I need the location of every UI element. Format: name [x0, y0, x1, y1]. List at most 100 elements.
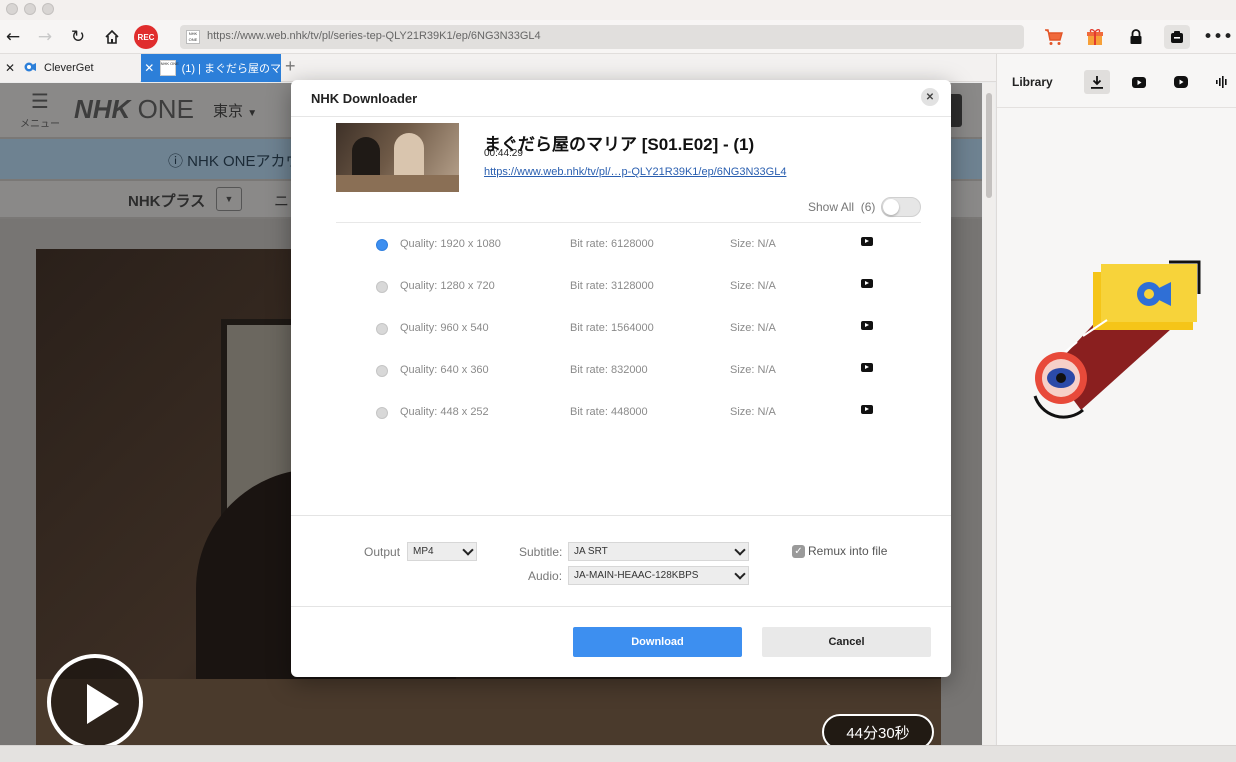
address-bar[interactable]: NHK ONE https://www.web.nhk/tv/pl/series… — [180, 25, 1024, 49]
bitrate-value: Bit rate: 832000 — [570, 364, 648, 376]
hamburger-menu-icon[interactable]: ☰ — [31, 91, 49, 111]
dialog-close-icon[interactable]: ✕ — [921, 88, 939, 106]
close-tab-icon[interactable]: ✕ — [143, 61, 156, 75]
lock-icon[interactable] — [1125, 26, 1147, 48]
dialog-header: NHK Downloader ✕ — [291, 80, 951, 117]
bitrate-value: Bit rate: 6128000 — [570, 238, 654, 250]
size-value: Size: N/A — [730, 364, 776, 376]
show-all-text: Show All — [808, 200, 855, 214]
back-arrow-icon[interactable]: ← — [2, 26, 24, 48]
bitrate-value: Bit rate: 3128000 — [570, 280, 654, 292]
more-options-icon[interactable]: ••• — [1203, 26, 1233, 48]
video-duration-badge: 44分30秒 — [822, 714, 934, 745]
preview-play-icon[interactable] — [861, 279, 873, 288]
thumbnail-table — [336, 175, 459, 192]
page-scrollbar[interactable] — [983, 83, 995, 745]
library-sidebar: Library — [996, 54, 1236, 762]
close-window-button[interactable] — [6, 3, 18, 15]
audio-select[interactable]: JA-MAIN-HEAAC-128KBPS — [568, 566, 749, 585]
nav-item-next[interactable]: ニ — [274, 190, 289, 211]
quality-value: Quality: 960 x 540 — [400, 322, 489, 334]
video-icon[interactable] — [1168, 70, 1194, 94]
remux-label[interactable]: Remux into file — [808, 544, 887, 558]
new-tab-plus-icon[interactable]: + — [285, 56, 296, 77]
youtube-icon[interactable] — [1126, 70, 1152, 94]
record-button[interactable]: REC — [134, 25, 158, 49]
quality-radio[interactable] — [376, 365, 388, 377]
quality-row[interactable]: Quality: 1280 x 720 Bit rate: 3128000 Si… — [291, 277, 951, 297]
quality-radio[interactable] — [376, 323, 388, 335]
show-all-count: (6) — [860, 200, 876, 214]
nav-item-nhk-plus[interactable]: NHKプラス — [128, 190, 205, 211]
empty-library-illustration — [1031, 260, 1203, 420]
region-selector[interactable]: 東京 ▼ — [213, 100, 257, 121]
episode-link[interactable]: https://www.web.nhk/tv/pl/…p-QLY21R39K1/… — [484, 166, 786, 178]
gift-icon[interactable] — [1084, 26, 1106, 48]
quality-row[interactable]: Quality: 640 x 360 Bit rate: 832000 Size… — [291, 361, 951, 381]
remux-checkbox[interactable]: ✓ — [792, 545, 805, 558]
quality-row[interactable]: Quality: 960 x 540 Bit rate: 1564000 Siz… — [291, 319, 951, 339]
nhk-favicon-icon: NHK ONE — [159, 60, 179, 76]
cart-icon[interactable] — [1043, 26, 1065, 48]
output-format-select[interactable]: MP4 — [407, 542, 477, 561]
bitrate-value: Bit rate: 448000 — [570, 406, 648, 418]
divider — [291, 606, 951, 607]
thumbnail-figure-left — [352, 137, 380, 177]
thumbnail-figure-right — [394, 133, 424, 177]
quality-value: Quality: 1280 x 720 — [400, 280, 495, 292]
tab-label: (1) | まぐだら屋のマ — [181, 63, 281, 75]
menu-label[interactable]: メニュー — [20, 115, 60, 130]
subtitle-label: Subtitle: — [519, 545, 563, 559]
preview-play-icon[interactable] — [861, 237, 873, 246]
quality-row[interactable]: Quality: 1920 x 1080 Bit rate: 6128000 S… — [291, 235, 951, 255]
quality-radio[interactable] — [376, 407, 388, 419]
tab-strip: ✕ CleverGet ✕ NHK ONE (1) | まぐだら屋のマ + — [0, 54, 996, 82]
reload-icon[interactable]: ↻ — [67, 26, 89, 48]
preview-play-icon[interactable] — [861, 405, 873, 414]
play-button[interactable] — [47, 654, 143, 745]
url-text[interactable]: https://www.web.nhk/tv/pl/series-tep-QLY… — [207, 30, 541, 42]
tab-nhk-one[interactable]: ✕ NHK ONE (1) | まぐだら屋のマ — [141, 54, 281, 82]
cancel-button[interactable]: Cancel — [762, 627, 931, 657]
subtitle-value: JA SRT — [574, 546, 608, 557]
show-all-label: Show All (6) — [808, 200, 875, 214]
quality-row[interactable]: Quality: 448 x 252 Bit rate: 448000 Size… — [291, 403, 951, 423]
logo-one-text: ONE — [137, 94, 194, 124]
preview-play-icon[interactable] — [861, 321, 873, 330]
preview-play-icon[interactable] — [861, 363, 873, 372]
zoom-window-button[interactable] — [42, 3, 54, 15]
close-tab-icon[interactable]: ✕ — [2, 61, 18, 75]
audio-label: Audio: — [528, 569, 563, 583]
browser-toolbar: ← → ↻ REC NHK ONE https://www.web.nhk/tv… — [0, 20, 1236, 54]
forward-arrow-icon[interactable]: → — [34, 26, 56, 48]
quality-value: Quality: 448 x 252 — [400, 406, 489, 418]
divider — [291, 515, 951, 516]
play-icon — [87, 684, 119, 724]
info-banner-text: ⓘ NHK ONEアカウ — [168, 153, 301, 170]
quality-value: Quality: 640 x 360 — [400, 364, 489, 376]
chevron-down-icon — [462, 544, 474, 556]
clipboard-icon[interactable] — [1164, 25, 1190, 49]
audio-wave-icon[interactable] — [1209, 70, 1235, 94]
scrollbar-thumb[interactable] — [986, 93, 992, 198]
site-favicon-icon: NHK ONE — [186, 30, 200, 44]
status-bar — [0, 745, 1236, 762]
nav-dropdown-button[interactable]: ▼ — [216, 187, 242, 211]
output-format-value: MP4 — [413, 546, 434, 557]
download-icon[interactable] — [1084, 70, 1110, 94]
size-value: Size: N/A — [730, 406, 776, 418]
chevron-down-icon — [734, 544, 746, 556]
chevron-down-icon — [734, 568, 746, 580]
bitrate-value: Bit rate: 1564000 — [570, 322, 654, 334]
home-icon[interactable] — [101, 26, 123, 48]
subtitle-select[interactable]: JA SRT — [568, 542, 749, 561]
show-all-toggle[interactable] — [881, 197, 921, 217]
tab-cleverget[interactable]: ✕ CleverGet — [0, 54, 140, 82]
region-label: 東京 — [213, 103, 244, 120]
download-button[interactable]: Download — [573, 627, 742, 657]
minimize-window-button[interactable] — [24, 3, 36, 15]
video-frame-table — [36, 679, 941, 745]
quality-radio[interactable] — [376, 281, 388, 293]
nhk-one-logo[interactable]: NHK ONE — [74, 94, 194, 125]
quality-radio-selected[interactable] — [376, 239, 388, 251]
